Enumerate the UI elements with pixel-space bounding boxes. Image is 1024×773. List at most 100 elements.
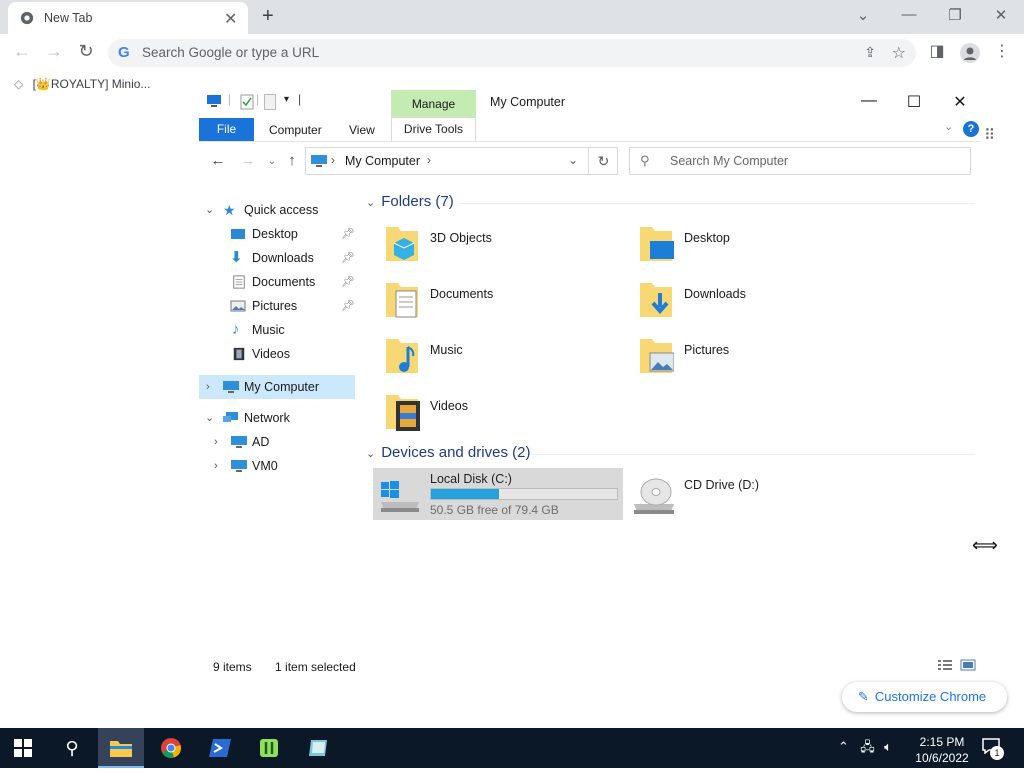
help-icon[interactable]: ?: [963, 121, 979, 137]
folder-music-icon: [386, 339, 418, 373]
app-icon: [309, 740, 327, 756]
nav-item-videos[interactable]: Videos: [199, 342, 355, 366]
nav-item-downloads[interactable]: ⬇ Downloads 📌︎: [199, 246, 355, 270]
taskbar-search-button[interactable]: ⚲: [49, 728, 95, 768]
explorer-minimize-icon[interactable]: —: [858, 92, 880, 110]
search-box[interactable]: ⚲ Search My Computer: [629, 147, 971, 175]
side-panel-icon[interactable]: ◨: [927, 41, 947, 61]
folder-item-desktop[interactable]: Desktop: [638, 223, 878, 275]
breadcrumb-location[interactable]: My Computer: [345, 154, 420, 168]
breadcrumb-chevron-icon[interactable]: ›: [331, 153, 335, 167]
taskbar-app[interactable]: [295, 728, 341, 768]
bookmark-star-icon[interactable]: ☆: [892, 43, 906, 63]
computer-icon: [311, 155, 327, 167]
chevron-down-icon[interactable]: ⌄: [205, 198, 214, 222]
chevron-right-icon[interactable]: ›: [214, 430, 218, 454]
details-view-icon[interactable]: [937, 659, 953, 671]
apps-grid-icon[interactable]: ⠿: [984, 126, 995, 144]
tab-drive-tools[interactable]: Drive Tools: [391, 117, 476, 141]
group-divider: [458, 203, 975, 204]
forward-arrow-icon[interactable]: →: [43, 41, 65, 62]
network-tray-icon[interactable]: 🖧︎: [860, 739, 875, 754]
tab-search-icon[interactable]: ⌄: [853, 6, 873, 24]
folder-item-pictures[interactable]: Pictures: [638, 335, 878, 387]
address-dropdown-icon[interactable]: ⌄: [568, 153, 578, 167]
desktop-icon: [231, 229, 245, 239]
explorer-close-icon[interactable]: ✕: [949, 92, 971, 112]
folder-item-documents[interactable]: Documents: [384, 279, 624, 331]
start-button[interactable]: [0, 728, 46, 768]
nav-quick-access[interactable]: ⌄ ★ Quick access: [199, 198, 355, 222]
nav-label: My Computer: [244, 380, 320, 394]
taskbar-powershell[interactable]: [197, 728, 243, 768]
devices-group-header[interactable]: ⌄ Devices and drives (2): [366, 444, 530, 461]
tab-view[interactable]: View: [349, 123, 375, 137]
nav-item-ad[interactable]: › AD: [199, 430, 355, 454]
nav-my-computer[interactable]: › My Computer: [199, 375, 355, 399]
expand-ribbon-icon[interactable]: ⌄: [944, 120, 953, 133]
folders-group-header[interactable]: ⌄ Folders (7): [366, 193, 454, 210]
explorer-maximize-icon[interactable]: ☐: [903, 92, 925, 112]
taskbar-chrome[interactable]: [148, 728, 194, 768]
nav-network[interactable]: ⌄ Network: [199, 406, 355, 430]
explorer-forward-icon[interactable]: →: [239, 152, 257, 169]
profile-avatar-icon[interactable]: [960, 43, 980, 63]
bookmark-favicon-icon: ◇: [14, 77, 24, 91]
clock-time: 2:15 PM: [919, 735, 965, 749]
tab-close-icon[interactable]: ✕: [224, 9, 237, 29]
folder-item-downloads[interactable]: Downloads: [638, 279, 878, 331]
share-icon[interactable]: ⇪: [864, 44, 876, 61]
file-explorer-icon: [110, 741, 132, 757]
tab-new-tab[interactable]: New Tab ✕: [8, 2, 248, 34]
large-icons-view-icon[interactable]: [960, 659, 976, 671]
properties-icon[interactable]: [240, 94, 254, 110]
nav-item-documents[interactable]: Documents 📌︎: [199, 270, 355, 294]
chevron-down-icon[interactable]: ⌄: [366, 448, 375, 460]
reload-icon[interactable]: ↻: [75, 41, 97, 62]
qat-divider: |: [228, 92, 232, 106]
folder-item-music[interactable]: Music: [384, 335, 624, 387]
action-center-button[interactable]: 1: [982, 738, 1008, 760]
customize-chrome-button[interactable]: ✎ Customize Chrome: [842, 682, 1007, 712]
new-tab-button[interactable]: +: [262, 5, 274, 28]
chevron-right-icon[interactable]: ›: [214, 454, 218, 478]
chevron-down-icon[interactable]: ⌄: [366, 197, 375, 209]
qat-customize-icon[interactable]: ▾: [284, 94, 289, 105]
volume-icon[interactable]: 🔈︎: [884, 739, 892, 754]
folder-desktop-icon: [640, 227, 674, 261]
nav-label: Downloads: [252, 251, 314, 265]
chevron-down-icon[interactable]: ⌄: [205, 406, 214, 430]
breadcrumb-chevron-icon[interactable]: ›: [427, 153, 431, 167]
chevron-right-icon[interactable]: ›: [206, 375, 210, 399]
bookmark-item[interactable]: ◇ [👑ROYALTY] Minio...: [14, 77, 150, 91]
taskbar-notepad-plus[interactable]: [246, 728, 292, 768]
omnibox[interactable]: G Search Google or type a URL ⇪ ☆: [108, 39, 916, 67]
clock[interactable]: 2:15 PM 10/6/2022: [914, 734, 970, 766]
chrome-menu-icon[interactable]: ⋮: [992, 41, 1012, 61]
chrome-minimize-icon[interactable]: —: [899, 6, 919, 23]
ribbon-divider: [199, 141, 981, 142]
folder-item-videos[interactable]: Videos: [384, 391, 624, 443]
drive-item-c[interactable]: Local Disk (C:) 50.5 GB free of 79.4 GB: [373, 468, 623, 520]
chrome-restore-icon[interactable]: ❐: [945, 6, 965, 24]
back-arrow-icon[interactable]: ←: [11, 41, 33, 62]
explorer-back-icon[interactable]: ←: [209, 152, 227, 169]
chrome-close-icon[interactable]: ✕: [991, 6, 1011, 24]
tab-computer[interactable]: Computer: [269, 123, 322, 137]
nav-item-vm0[interactable]: › VM0: [199, 454, 355, 478]
nav-item-desktop[interactable]: Desktop 📌︎: [199, 222, 355, 246]
drive-item-d[interactable]: CD Drive (D:): [632, 470, 832, 520]
refresh-icon[interactable]: ↻: [588, 148, 618, 174]
tray-chevron-up-icon[interactable]: ⌃: [838, 739, 849, 754]
new-folder-icon[interactable]: [264, 94, 276, 110]
address-bar[interactable]: › My Computer › ⌄ ↻: [305, 147, 618, 175]
nav-item-music[interactable]: ♪ Music: [199, 318, 355, 342]
computer-icon[interactable]: [206, 94, 222, 108]
tab-file[interactable]: File: [199, 118, 254, 141]
pin-icon: 📌︎: [341, 228, 355, 240]
up-arrow-icon[interactable]: ↑: [283, 152, 301, 169]
nav-item-pictures[interactable]: Pictures 📌︎: [199, 294, 355, 318]
folder-item-3d-objects[interactable]: 3D Objects: [384, 223, 624, 275]
taskbar-file-explorer[interactable]: [98, 728, 144, 768]
recent-locations-icon[interactable]: ⌄: [263, 156, 281, 167]
